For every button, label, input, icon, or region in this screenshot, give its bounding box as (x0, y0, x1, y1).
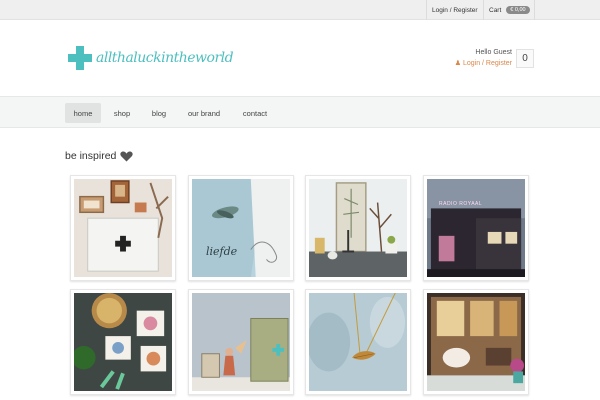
main-navigation: home shop blog our brand contact (0, 96, 600, 128)
topbar-separator (426, 0, 427, 20)
liefde-caption: liefde (206, 245, 238, 258)
radio-royaal-sign: RADIO ROYAAL (439, 201, 483, 207)
section-heading: be inspired (65, 150, 134, 162)
topbar-separator (534, 0, 535, 20)
photo-shop-window-interior (427, 293, 525, 391)
header-login-register-label: Login / Register (462, 60, 512, 67)
gallery-tile-cabinet-with-frames[interactable] (70, 175, 176, 281)
top-utility-bar: Login / Register Cart € 0,00 (0, 0, 600, 20)
nav-item-contact[interactable]: contact (236, 103, 274, 123)
site-header: allthaluckintheworld Hello Guest ♟ Login… (0, 20, 600, 96)
topbar-separator (483, 0, 484, 20)
gallery-tile-radio-royaal-building[interactable]: RADIO ROYAAL (423, 175, 529, 281)
cart-amount-badge: € 0,00 (506, 6, 530, 14)
cart-count-button[interactable]: 0 (516, 49, 534, 68)
nav-item-shop[interactable]: shop (107, 103, 137, 123)
photo-bowl-and-cards (74, 293, 172, 391)
photo-radio-royaal-building: RADIO ROYAAL (427, 179, 525, 277)
logo-cross-icon[interactable] (68, 46, 92, 70)
nav-item-blog[interactable]: blog (144, 103, 174, 123)
gallery-tile-moth-fabric-liefde[interactable]: liefde (188, 175, 294, 281)
gallery-tile-green-cabinet-figurine[interactable] (188, 289, 294, 395)
photo-cabinet-with-frames (74, 179, 172, 277)
nav-item-our-brand[interactable]: our brand (180, 103, 228, 123)
greeting-text: Hello Guest (475, 49, 512, 56)
logo-wordmark[interactable]: allthaluckintheworld (96, 50, 234, 66)
topbar-login-register-link[interactable]: Login / Register (432, 0, 478, 20)
photo-botanical-shelf (309, 179, 407, 277)
header-login-register-link[interactable]: ♟ Login / Register (440, 59, 512, 67)
gallery-tile-leaf-necklace[interactable] (305, 289, 411, 395)
photo-leaf-necklace (309, 293, 407, 391)
nav-item-home[interactable]: home (65, 103, 101, 123)
heart-icon (120, 151, 134, 161)
user-icon: ♟ (454, 60, 462, 67)
section-heading-text: be inspired (65, 150, 117, 162)
cart-label: Cart (489, 6, 502, 14)
topbar-cart-link[interactable]: Cart € 0,00 (489, 0, 530, 20)
gallery-tile-shop-window-interior[interactable] (423, 289, 529, 395)
photo-moth-fabric-liefde: liefde (192, 179, 290, 277)
gallery-tile-bowl-and-cards[interactable] (70, 289, 176, 395)
gallery-tile-botanical-shelf[interactable] (305, 175, 411, 281)
photo-green-cabinet-figurine (192, 293, 290, 391)
